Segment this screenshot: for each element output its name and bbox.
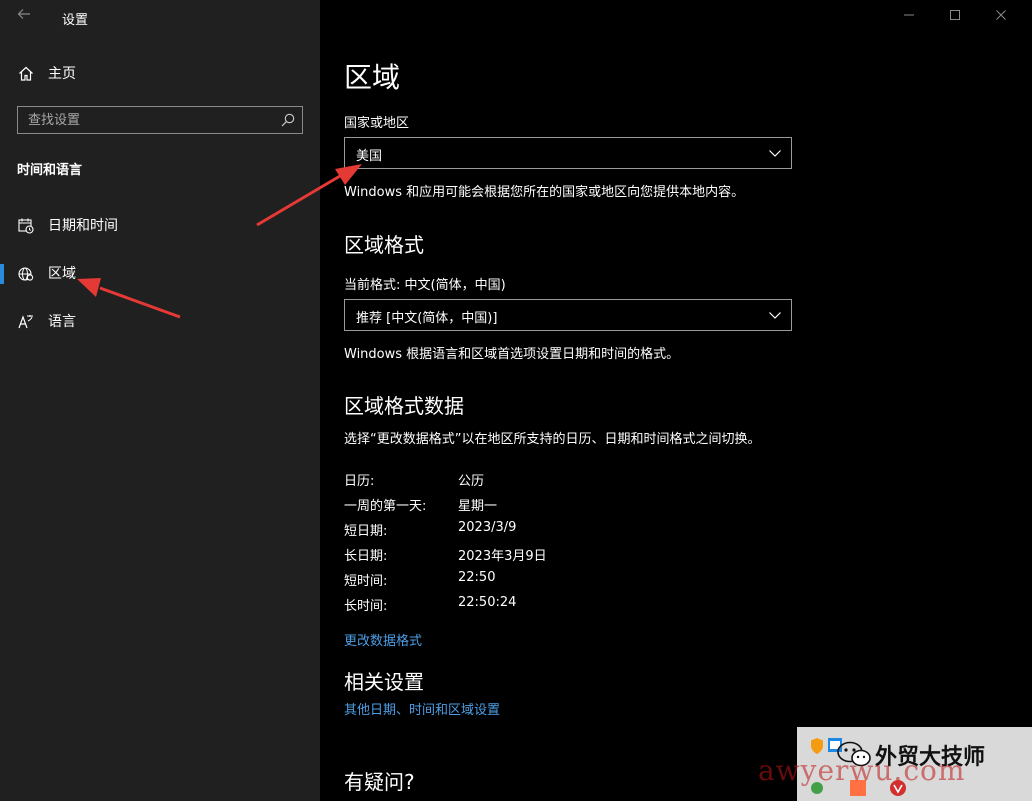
arrow-to-region-item: [77, 278, 181, 319]
arrow-to-country-dropdown: [256, 164, 362, 227]
watermark-url: awyerwu.com: [758, 754, 966, 787]
annotation-arrows: [77, 164, 362, 319]
